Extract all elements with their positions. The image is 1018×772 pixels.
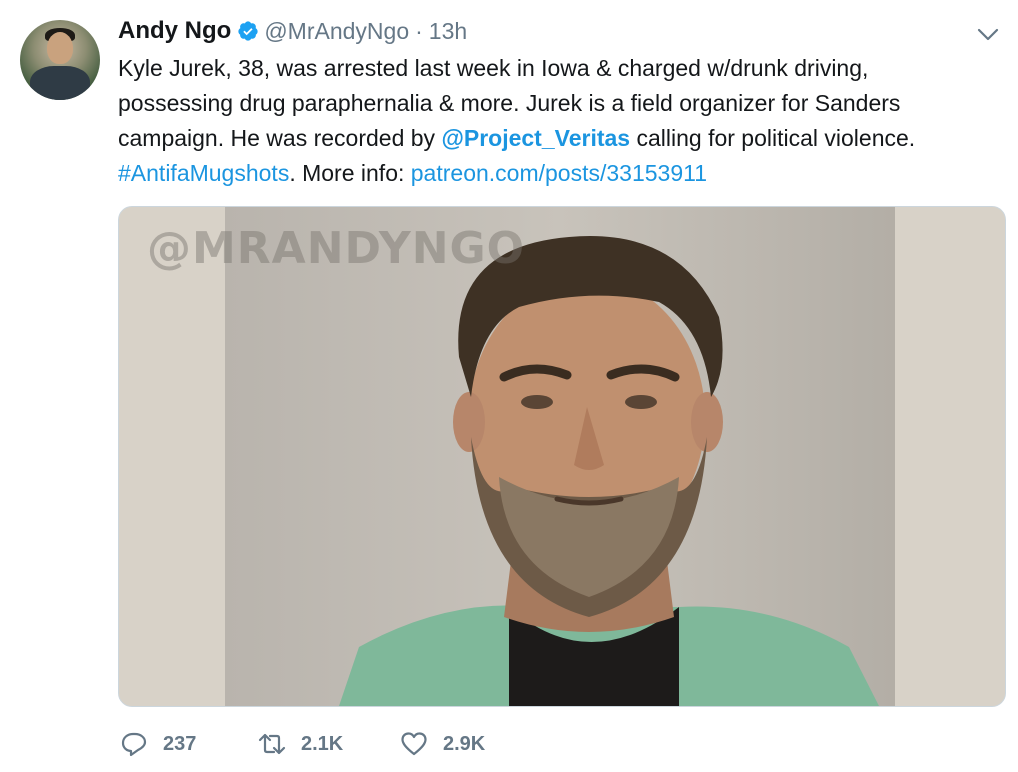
- tweet-text-line-4: #AntifaMugshots. More info: patreon.com/…: [118, 156, 998, 191]
- tweet: Andy Ngo @MrAndyNgo · 13h Kyle Jurek, 38…: [0, 0, 1018, 772]
- tweet-text: Kyle Jurek, 38, was arrested last week i…: [118, 51, 998, 191]
- tweet-actions: 237 2.1K 2.9K: [118, 724, 618, 764]
- avatar-face: [47, 32, 73, 64]
- timestamp[interactable]: 13h: [429, 18, 467, 45]
- hashtag-link[interactable]: #AntifaMugshots: [118, 160, 289, 186]
- external-link[interactable]: patreon.com/posts/33153911: [411, 160, 707, 186]
- separator-dot: ·: [415, 17, 423, 44]
- reply-count: 237: [163, 732, 197, 755]
- like-count: 2.9K: [443, 732, 486, 755]
- reply-icon: [121, 732, 147, 757]
- photo-watermark: @MRANDYNGO: [147, 223, 526, 274]
- tweet-text-segment: calling for political violence.: [630, 125, 916, 151]
- reply-button[interactable]: 237: [120, 724, 196, 764]
- mention-link[interactable]: @Project_Veritas: [441, 125, 630, 151]
- tweet-text-segment: . More info:: [289, 160, 411, 186]
- retweet-button[interactable]: 2.1K: [258, 724, 343, 764]
- avatar[interactable]: [20, 20, 100, 100]
- like-button[interactable]: 2.9K: [400, 724, 485, 764]
- tweet-text-segment: campaign. He was recorded by: [118, 125, 442, 151]
- avatar-body: [30, 66, 90, 100]
- handle[interactable]: @MrAndyNgo: [264, 18, 409, 45]
- mugshot-portrait: [339, 236, 879, 706]
- chevron-down-icon[interactable]: [974, 20, 1002, 48]
- display-name[interactable]: Andy Ngo: [118, 17, 231, 45]
- tweet-text-line-2: possessing drug paraphernalia & more. Ju…: [118, 90, 901, 116]
- media-photo[interactable]: @MRANDYNGO: [118, 206, 1006, 707]
- tweet-text-line-1: Kyle Jurek, 38, was arrested last week i…: [118, 55, 869, 81]
- verified-badge-icon: [237, 20, 259, 42]
- retweet-count: 2.1K: [301, 732, 344, 755]
- tweet-header: Andy Ngo @MrAndyNgo · 13h: [118, 15, 467, 47]
- heart-icon: [401, 732, 427, 756]
- tweet-text-line-3: campaign. He was recorded by @Project_Ve…: [118, 121, 998, 156]
- retweet-icon: [258, 733, 286, 755]
